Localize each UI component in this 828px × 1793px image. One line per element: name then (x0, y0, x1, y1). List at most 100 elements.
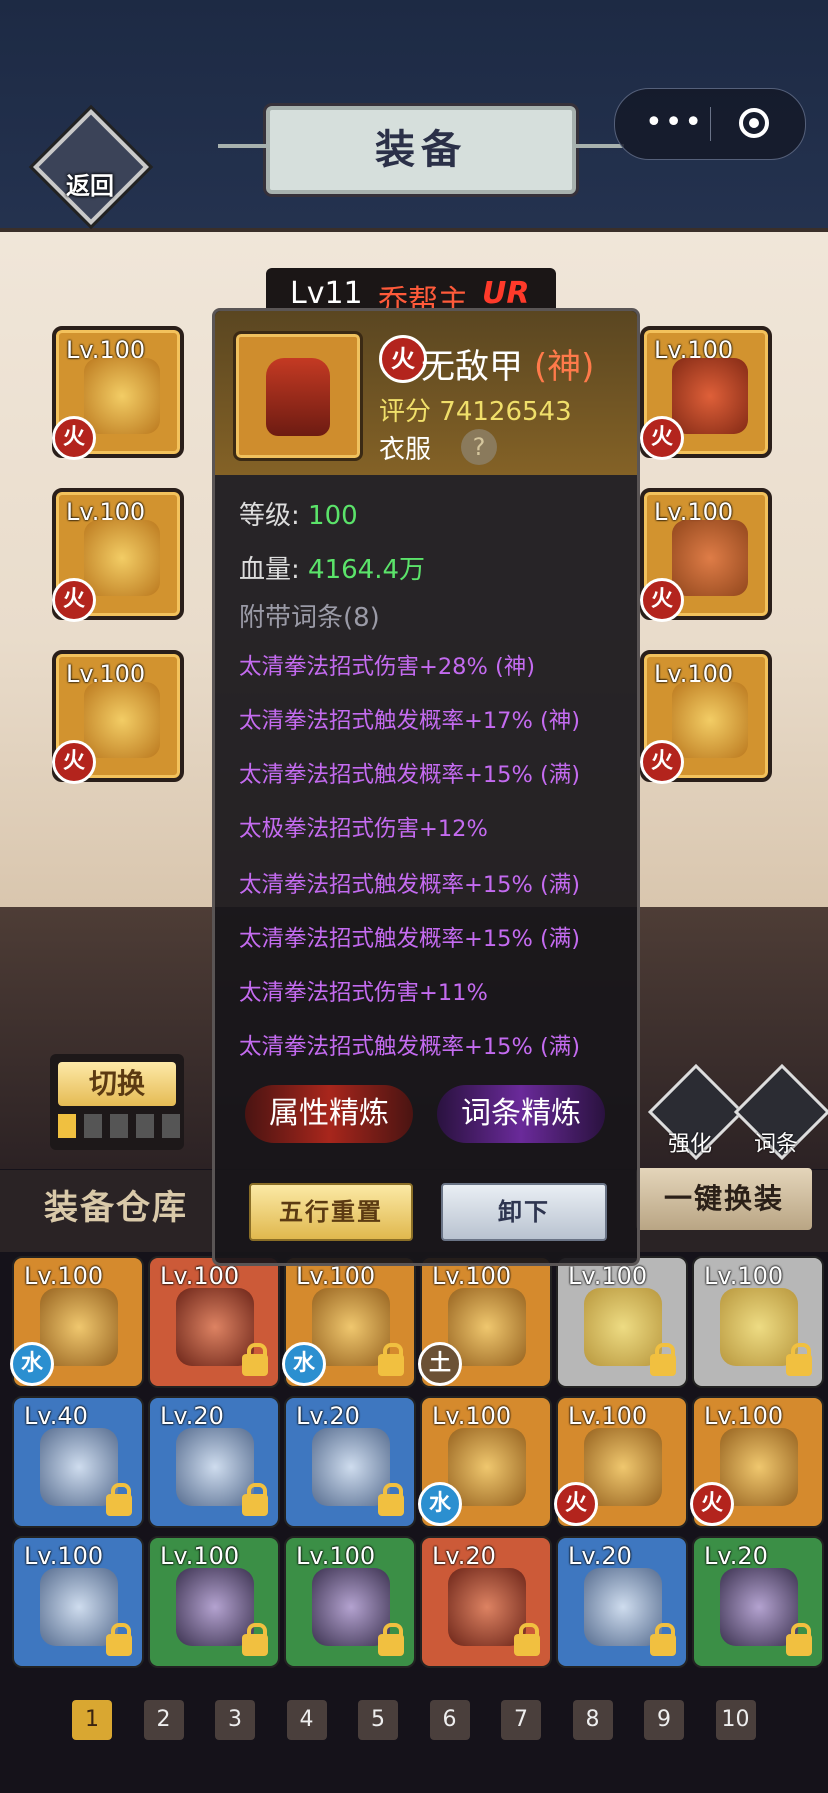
item-name: 无敌甲 (421, 347, 523, 387)
lock-icon (242, 1483, 268, 1516)
affix-line: 太清拳法招式触发概率+15% (满) (239, 1034, 581, 1060)
affix-refine-button[interactable]: 词条精炼 (437, 1085, 605, 1143)
one-key-equip-button[interactable]: 一键换装 (636, 1168, 812, 1230)
item-level: Lv.100 (568, 1262, 648, 1290)
page-button-6[interactable]: 6 (429, 1700, 470, 1740)
fire-element-badge: 火 (379, 335, 427, 383)
page-button-5[interactable]: 5 (358, 1700, 398, 1740)
inventory-item[interactable]: Lv.20 (556, 1536, 688, 1668)
inventory-item[interactable]: Lv.100 水 (418, 1396, 552, 1528)
inventory-item[interactable]: Lv.100 (556, 1256, 688, 1388)
lock-icon (242, 1343, 268, 1376)
lock-icon (106, 1483, 132, 1516)
page-button-10[interactable]: 10 (715, 1700, 756, 1740)
inventory-item[interactable]: Lv.40 (12, 1396, 144, 1528)
inventory-item[interactable]: Lv.100 火 (690, 1396, 824, 1528)
inventory-item[interactable]: Lv.100 水 (282, 1256, 416, 1388)
help-icon[interactable]: ? (461, 429, 497, 465)
item-level: Lv.20 (432, 1542, 496, 1570)
page-button-3[interactable]: 3 (215, 1700, 255, 1740)
item-level: Lv.100 (432, 1262, 512, 1290)
item-level: Lv.100 (432, 1402, 512, 1430)
water-element-badge: 水 (418, 1482, 462, 1526)
close-target-icon[interactable] (739, 108, 769, 138)
armor-icon (672, 358, 748, 434)
character-level: Lv11 (290, 276, 363, 311)
unequip-button[interactable]: 卸下 (441, 1183, 607, 1241)
inventory-item[interactable]: Lv.20 (284, 1396, 416, 1528)
item-level: Lv.100 (296, 1262, 376, 1290)
lock-icon (650, 1343, 676, 1376)
attribute-refine-button[interactable]: 属性精炼 (245, 1085, 413, 1143)
lock-icon (378, 1623, 404, 1656)
item-level: Lv.20 (568, 1542, 632, 1570)
inventory-item[interactable]: Lv.100 (12, 1536, 144, 1668)
level-label: 等级: (239, 501, 300, 531)
inventory-item[interactable]: Lv.20 (692, 1536, 824, 1668)
page-title-plate: 装备 (218, 106, 624, 194)
back-button[interactable]: 返回 (33, 109, 149, 230)
amulet-icon (84, 682, 160, 758)
page-indicator (110, 1114, 128, 1138)
page-title: 装备 (375, 126, 467, 173)
page-button-8[interactable]: 8 (572, 1700, 613, 1740)
equipped-slot-ring[interactable]: Lv.100 火 (640, 650, 772, 784)
page-button-9[interactable]: 9 (644, 1700, 684, 1740)
page-indicator (136, 1114, 154, 1138)
item-level: Lv.100 (160, 1542, 240, 1570)
equipped-slot-helmet[interactable]: Lv.100 火 (52, 488, 184, 622)
inventory-item[interactable]: Lv.100 水 (10, 1256, 144, 1388)
lock-icon (650, 1623, 676, 1656)
level-row: 等级: 100 (239, 495, 358, 532)
five-element-reset-button[interactable]: 五行重置 (249, 1183, 413, 1241)
lock-icon (242, 1623, 268, 1656)
ring-icon (672, 682, 748, 758)
water-element-badge: 水 (282, 1342, 326, 1386)
inventory-item[interactable]: Lv.100 火 (554, 1396, 688, 1528)
lock-icon (106, 1623, 132, 1656)
level-value: 100 (308, 501, 358, 531)
fire-element-badge: 火 (640, 416, 684, 460)
inventory-item[interactable]: Lv.20 (148, 1396, 280, 1528)
hp-value: 4164.4万 (308, 555, 426, 585)
affix-line: 太清拳法招式触发概率+15% (满) (239, 872, 581, 898)
item-level: Lv.100 (160, 1262, 240, 1290)
lock-icon (786, 1343, 812, 1376)
equipped-slot-amulet[interactable]: Lv.100 火 (52, 650, 184, 784)
switch-button[interactable]: 切换 (58, 1062, 176, 1106)
inventory-item[interactable]: Lv.100 (692, 1256, 824, 1388)
boots-icon (672, 520, 748, 596)
page-button-2[interactable]: 2 (143, 1700, 184, 1740)
affix-line: 太清拳法招式触发概率+15% (满) (239, 926, 581, 952)
mini-program-capsule: ••• (614, 88, 806, 160)
more-menu-icon[interactable]: ••• (645, 108, 704, 138)
item-score: 评分 74126543 (379, 391, 572, 428)
item-detail-popup: 火 无敌甲 (神) 评分 74126543 衣服 ? 等级: 100 血量: 4… (212, 308, 640, 1266)
page-button-7[interactable]: 7 (501, 1700, 541, 1740)
strengthen-label: 强化 (668, 1132, 713, 1157)
page-button-1[interactable]: 1 (72, 1700, 112, 1740)
affix-tool-label: 词条 (754, 1132, 799, 1157)
hp-label: 血量: (239, 555, 300, 585)
lock-icon (378, 1343, 404, 1376)
equipped-slot-weapon[interactable]: Lv.100 火 (52, 326, 184, 460)
item-level: Lv.20 (160, 1402, 224, 1430)
affix-line: 太清拳法招式触发概率+15% (满) (239, 762, 581, 788)
sword-icon (84, 358, 160, 434)
equipped-slot-boots[interactable]: Lv.100 火 (640, 488, 772, 622)
armor-icon (266, 358, 330, 436)
inventory-item[interactable]: Lv.20 (420, 1536, 552, 1668)
page-indicator (162, 1114, 180, 1138)
inventory-item[interactable]: Lv.100 (148, 1256, 280, 1388)
warehouse-title: 装备仓库 (44, 1188, 188, 1228)
affix-line: 太清拳法招式触发概率+17% (神) (239, 708, 581, 734)
inventory-item[interactable]: Lv.100 土 (418, 1256, 552, 1388)
equipped-slot-armor[interactable]: Lv.100 火 (640, 326, 772, 460)
lock-icon (786, 1623, 812, 1656)
character-rarity: UR (482, 276, 530, 311)
inventory-item[interactable]: Lv.100 (284, 1536, 416, 1668)
inventory-item[interactable]: Lv.100 (148, 1536, 280, 1668)
item-level: Lv.100 (704, 1262, 784, 1290)
item-level: Lv.100 (568, 1402, 648, 1430)
page-button-4[interactable]: 4 (286, 1700, 327, 1740)
